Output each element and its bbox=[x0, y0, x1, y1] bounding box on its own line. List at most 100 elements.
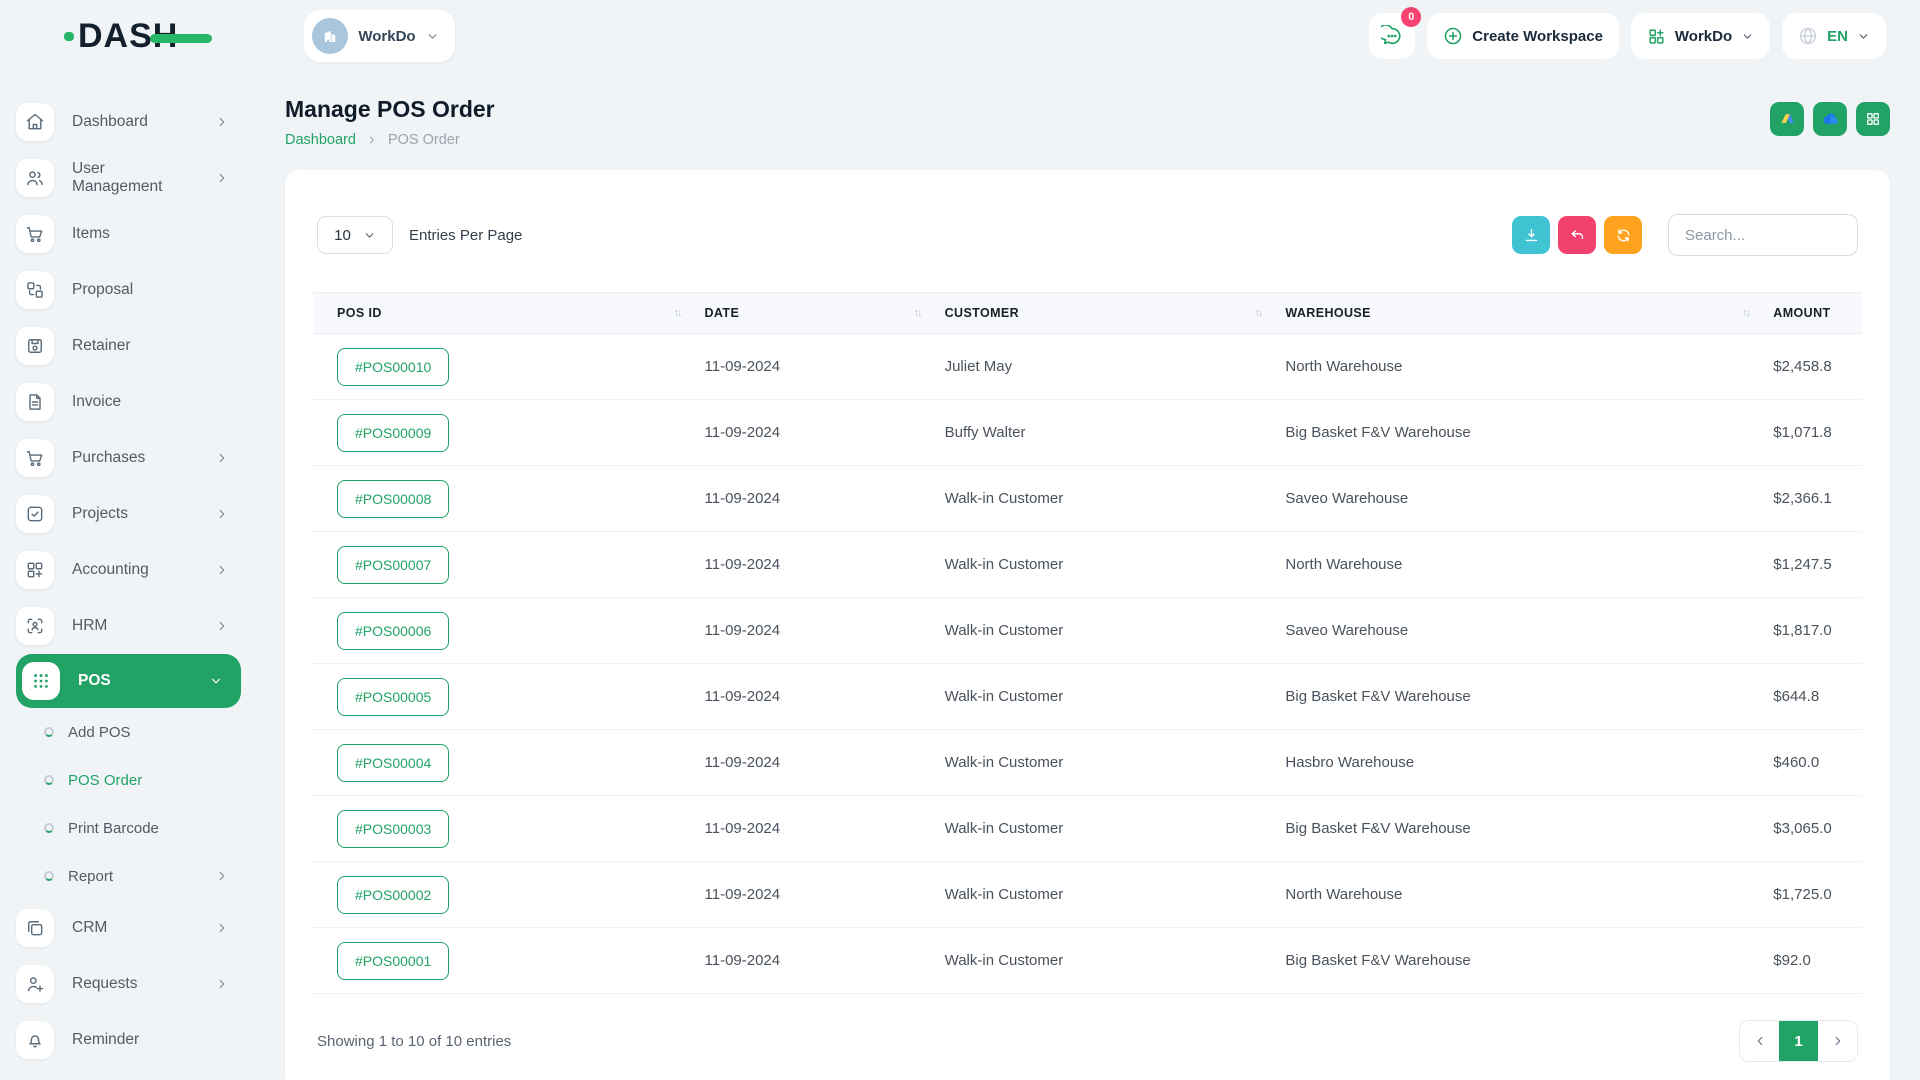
pos-id-badge[interactable]: #POS00009 bbox=[337, 414, 449, 452]
sidebar-item-dashboard[interactable]: Dashboard bbox=[16, 94, 255, 150]
prev-page-button[interactable] bbox=[1740, 1021, 1779, 1061]
sidebar-item-user-management[interactable]: User Management bbox=[16, 150, 255, 206]
warehouse-cell: North Warehouse bbox=[1273, 334, 1761, 400]
bell-icon bbox=[16, 1021, 54, 1059]
sidebar-item-requests[interactable]: Requests bbox=[16, 956, 255, 1012]
google-drive-icon bbox=[1779, 111, 1796, 128]
amount-cell: $644.8 bbox=[1761, 664, 1862, 730]
customer-cell: Walk-in Customer bbox=[933, 598, 1274, 664]
chevron-right-icon bbox=[215, 507, 229, 521]
pos-id-badge[interactable]: #POS00007 bbox=[337, 546, 449, 584]
pos-id-badge[interactable]: #POS00002 bbox=[337, 876, 449, 914]
undo-button[interactable] bbox=[1558, 216, 1596, 254]
table-row: #POS00006 11-09-2024 Walk-in Customer Sa… bbox=[313, 598, 1862, 664]
sidebar-subitem-print-barcode[interactable]: Print Barcode bbox=[16, 804, 255, 852]
messages-count-badge: 0 bbox=[1401, 7, 1421, 27]
sidebar: Dashboard User Management Items Proposal… bbox=[0, 72, 255, 1080]
column-header-pos-id[interactable]: POS ID↑↓ bbox=[313, 293, 693, 334]
chevron-down-icon bbox=[1741, 30, 1754, 43]
date-cell: 11-09-2024 bbox=[693, 466, 933, 532]
next-page-button[interactable] bbox=[1818, 1021, 1857, 1061]
sidebar-item-purchases[interactable]: Purchases bbox=[16, 430, 255, 486]
create-workspace-button[interactable]: Create Workspace bbox=[1427, 13, 1619, 59]
onedrive-button[interactable] bbox=[1813, 102, 1847, 136]
sidebar-item-hrm[interactable]: HRM bbox=[16, 598, 255, 654]
pos-order-table: POS ID↑↓ DATE↑↓ CUSTOMER↑↓ WAREHOUSE↑↓ A… bbox=[313, 292, 1862, 994]
breadcrumb-dashboard-link[interactable]: Dashboard bbox=[285, 132, 356, 148]
amount-cell: $3,065.0 bbox=[1761, 796, 1862, 862]
sidebar-item-accounting[interactable]: Accounting bbox=[16, 542, 255, 598]
plus-circle-icon bbox=[1443, 26, 1463, 46]
customer-cell: Walk-in Customer bbox=[933, 664, 1274, 730]
pos-id-badge[interactable]: #POS00005 bbox=[337, 678, 449, 716]
customer-cell: Walk-in Customer bbox=[933, 466, 1274, 532]
amount-cell: $1,817.0 bbox=[1761, 598, 1862, 664]
sort-icon: ↑↓ bbox=[1254, 307, 1261, 319]
warehouse-cell: Saveo Warehouse bbox=[1273, 466, 1761, 532]
page-1-button[interactable]: 1 bbox=[1779, 1021, 1818, 1061]
google-drive-button[interactable] bbox=[1770, 102, 1804, 136]
pos-order-card: 10 Entries Per Page bbox=[285, 170, 1890, 1080]
warehouse-cell: North Warehouse bbox=[1273, 532, 1761, 598]
sidebar-item-crm[interactable]: CRM bbox=[16, 900, 255, 956]
grid-view-button[interactable] bbox=[1856, 102, 1890, 136]
bullet-icon bbox=[44, 727, 54, 737]
bullet-icon bbox=[44, 871, 54, 881]
date-cell: 11-09-2024 bbox=[693, 730, 933, 796]
sidebar-item-proposal[interactable]: Proposal bbox=[16, 262, 255, 318]
sidebar-item-pos[interactable]: POS bbox=[16, 654, 241, 708]
sidebar-item-projects[interactable]: Projects bbox=[16, 486, 255, 542]
column-header-date[interactable]: DATE↑↓ bbox=[693, 293, 933, 334]
pos-id-badge[interactable]: #POS00001 bbox=[337, 942, 449, 980]
grid-plus-icon bbox=[16, 551, 54, 589]
amount-cell: $1,725.0 bbox=[1761, 862, 1862, 928]
pos-id-badge[interactable]: #POS00010 bbox=[337, 348, 449, 386]
sidebar-item-invoice[interactable]: Invoice bbox=[16, 374, 255, 430]
workspace-selector[interactable]: WorkDo bbox=[304, 10, 454, 62]
pos-id-badge[interactable]: #POS00008 bbox=[337, 480, 449, 518]
workdo-menu-button[interactable]: WorkDo bbox=[1631, 13, 1770, 59]
column-header-warehouse[interactable]: WAREHOUSE↑↓ bbox=[1273, 293, 1761, 334]
sidebar-item-retainer[interactable]: Retainer bbox=[16, 318, 255, 374]
amount-cell: $460.0 bbox=[1761, 730, 1862, 796]
brand-logo[interactable]: DASH bbox=[64, 17, 212, 56]
sidebar-subitem-pos-order[interactable]: POS Order bbox=[16, 756, 255, 804]
entries-per-page-label: Entries Per Page bbox=[409, 227, 522, 244]
export-button[interactable] bbox=[1512, 216, 1550, 254]
sidebar-subitem-report[interactable]: Report bbox=[16, 852, 255, 900]
messages-button[interactable]: 0 bbox=[1369, 13, 1415, 59]
language-button[interactable]: EN bbox=[1782, 13, 1886, 59]
chevron-down-icon bbox=[363, 229, 376, 242]
chevron-down-icon bbox=[209, 674, 223, 688]
warehouse-cell: Big Basket F&V Warehouse bbox=[1273, 664, 1761, 730]
logo-dash-icon bbox=[150, 34, 212, 43]
pos-id-badge[interactable]: #POS00003 bbox=[337, 810, 449, 848]
sidebar-item-items[interactable]: Items bbox=[16, 206, 255, 262]
shopping-cart-icon bbox=[16, 215, 54, 253]
pos-id-badge[interactable]: #POS00004 bbox=[337, 744, 449, 782]
breadcrumb: Dashboard POS Order bbox=[285, 132, 495, 148]
entries-summary: Showing 1 to 10 of 10 entries bbox=[317, 1033, 511, 1050]
logo-dot-icon bbox=[64, 32, 74, 41]
pos-id-badge[interactable]: #POS00006 bbox=[337, 612, 449, 650]
date-cell: 11-09-2024 bbox=[693, 796, 933, 862]
chevron-right-icon bbox=[366, 134, 378, 146]
sidebar-item-reminder[interactable]: Reminder bbox=[16, 1012, 255, 1068]
search-input[interactable] bbox=[1668, 214, 1858, 256]
column-header-amount[interactable]: AMOUNT bbox=[1761, 293, 1862, 334]
column-header-customer[interactable]: CUSTOMER↑↓ bbox=[933, 293, 1274, 334]
sidebar-subitem-add-pos[interactable]: Add POS bbox=[16, 708, 255, 756]
entries-per-page-select[interactable]: 10 bbox=[317, 216, 393, 254]
date-cell: 11-09-2024 bbox=[693, 928, 933, 994]
table-row: #POS00004 11-09-2024 Walk-in Customer Ha… bbox=[313, 730, 1862, 796]
chevron-right-icon bbox=[215, 171, 229, 185]
table-header-row: POS ID↑↓ DATE↑↓ CUSTOMER↑↓ WAREHOUSE↑↓ A… bbox=[313, 293, 1862, 334]
pagination: 1 bbox=[1739, 1020, 1858, 1062]
amount-cell: $1,247.5 bbox=[1761, 532, 1862, 598]
refresh-button[interactable] bbox=[1604, 216, 1642, 254]
amount-cell: $2,458.8 bbox=[1761, 334, 1862, 400]
workspace-avatar bbox=[312, 18, 348, 54]
amount-cell: $2,366.1 bbox=[1761, 466, 1862, 532]
warehouse-cell: Hasbro Warehouse bbox=[1273, 730, 1761, 796]
warehouse-cell: North Warehouse bbox=[1273, 862, 1761, 928]
